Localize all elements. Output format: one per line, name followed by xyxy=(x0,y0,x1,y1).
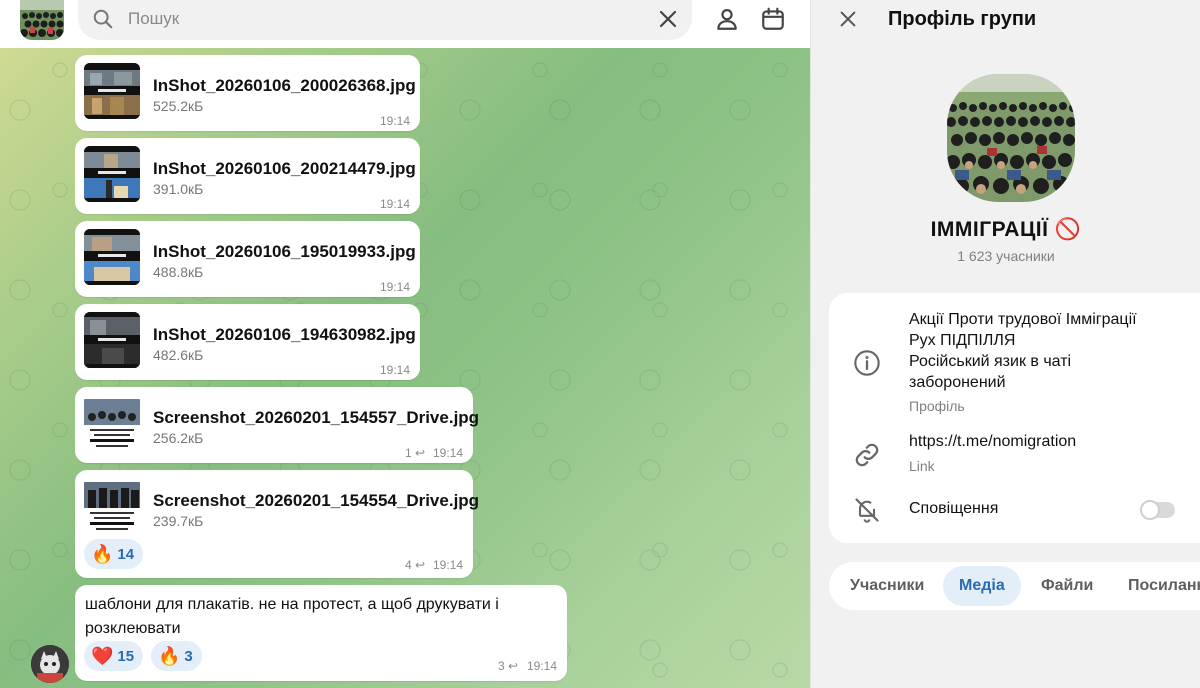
file-name: Screenshot_20260201_154554_Drive.jpg xyxy=(153,491,480,510)
description-line: Рух ПІДПІЛЛЯ xyxy=(909,332,1016,349)
info-icon xyxy=(854,350,880,376)
file-message[interactable]: Screenshot_20260201_154557_Drive.jpg 256… xyxy=(75,387,479,463)
reply-arrow-icon: ↩ xyxy=(415,446,426,460)
message-time: 19:14 xyxy=(432,446,463,460)
description-line: Російський язик в чаті xyxy=(909,353,1072,370)
file-size: 488.8кБ xyxy=(153,264,204,280)
forward-count-value: 3 xyxy=(498,659,505,673)
panel-title: Профіль групи xyxy=(888,8,1037,30)
image-thumbnail[interactable] xyxy=(84,229,140,285)
group-avatar[interactable] xyxy=(20,0,64,40)
file-size: 525.2кБ xyxy=(153,98,204,114)
message-text: шаблони для плакатів. не на протест, а щ… xyxy=(85,596,499,637)
notifications-label: Сповіщення xyxy=(909,500,999,517)
image-thumbnail[interactable] xyxy=(84,146,140,202)
file-name: InShot_20260106_200026368.jpg xyxy=(153,76,416,95)
forward-count: 3 ↩ xyxy=(498,659,518,673)
file-message[interactable]: Screenshot_20260201_154554_Drive.jpg 239… xyxy=(75,470,479,578)
file-size: 482.6кБ xyxy=(153,347,204,363)
reply-arrow-icon: ↩ xyxy=(415,558,426,572)
calendar-icon[interactable] xyxy=(760,6,786,32)
file-size: 391.0кБ xyxy=(153,181,204,197)
file-name: Screenshot_20260201_154557_Drive.jpg xyxy=(153,408,480,427)
image-thumbnail[interactable] xyxy=(84,63,140,119)
fire-icon: 🔥 xyxy=(158,645,181,666)
forward-count-value: 1 xyxy=(405,446,412,460)
message-time: 19:14 xyxy=(379,197,410,211)
chat-pane: Пошук InShot_20260106_200026368.jpg 525.… xyxy=(0,0,810,688)
heart-icon: ❤️ xyxy=(91,645,114,666)
group-photo[interactable] xyxy=(947,74,1075,202)
tab-links[interactable]: Посиланн xyxy=(1128,562,1200,610)
forward-count: 4 ↩ xyxy=(405,558,425,572)
file-name: InShot_20260106_200214479.jpg xyxy=(153,159,416,178)
link-icon xyxy=(855,443,879,467)
group-profile-panel: Профіль групи ІММІГРАЦІЇ 🚫 1 623 учасник… xyxy=(810,0,1200,688)
image-thumbnail[interactable] xyxy=(84,312,140,368)
close-icon[interactable] xyxy=(656,7,680,31)
invite-link[interactable]: https://t.me/nomigration xyxy=(909,433,1076,451)
file-message[interactable]: InShot_20260106_194630982.jpg 482.6кБ 19… xyxy=(75,304,420,380)
user-icon[interactable] xyxy=(714,6,740,32)
description-line: заборонений xyxy=(909,374,1006,391)
reaction-count: 15 xyxy=(117,647,135,665)
file-size: 256.2кБ xyxy=(153,430,204,446)
message-time: 19:14 xyxy=(379,280,410,294)
forward-count-value: 4 xyxy=(405,558,412,572)
toggle-knob xyxy=(1140,500,1160,520)
tab-members[interactable]: Учасники xyxy=(850,562,924,610)
forward-count: 1 ↩ xyxy=(405,446,425,460)
reaction-count: 14 xyxy=(117,545,135,563)
group-info-card: Акції Проти трудової Імміграції Рух ПІДП… xyxy=(829,293,1200,543)
search-placeholder: Пошук xyxy=(128,9,180,28)
reaction-fire[interactable]: 🔥 3 xyxy=(151,641,202,671)
member-count: 1 623 учасники xyxy=(957,248,1055,264)
description-line: Акції Проти трудової Імміграції xyxy=(909,311,1137,328)
link-label: Link xyxy=(909,458,935,474)
sender-avatar[interactable] xyxy=(31,645,69,683)
chat-topbar: Пошук xyxy=(0,0,810,48)
reply-arrow-icon: ↩ xyxy=(508,659,519,673)
reaction-count: 3 xyxy=(184,647,193,665)
file-name: InShot_20260106_194630982.jpg xyxy=(153,325,416,344)
message-time: 19:14 xyxy=(379,114,410,128)
text-message[interactable]: шаблони для плакатів. не на протест, а щ… xyxy=(75,585,567,681)
tab-files[interactable]: Файли xyxy=(1041,562,1093,610)
message-time: 19:14 xyxy=(432,558,463,572)
group-name: ІММІГРАЦІЇ 🚫 xyxy=(930,218,1082,241)
tab-media[interactable]: Медіа xyxy=(943,566,1021,606)
bell-off-icon xyxy=(855,498,879,523)
search-icon xyxy=(93,9,113,29)
file-message[interactable]: InShot_20260106_200214479.jpg 391.0кБ 19… xyxy=(75,138,420,214)
fire-icon: 🔥 xyxy=(91,543,114,564)
file-message[interactable]: InShot_20260106_200026368.jpg 525.2кБ 19… xyxy=(75,55,420,131)
file-message[interactable]: InShot_20260106_195019933.jpg 488.8кБ 19… xyxy=(75,221,420,297)
reaction-heart[interactable]: ❤️ 15 xyxy=(84,641,144,671)
image-thumbnail[interactable] xyxy=(84,395,140,451)
file-name: InShot_20260106_195019933.jpg xyxy=(153,242,416,261)
file-size: 239.7кБ xyxy=(153,513,204,529)
image-thumbnail[interactable] xyxy=(84,478,140,534)
message-time: 19:14 xyxy=(526,659,557,673)
close-icon[interactable] xyxy=(837,8,859,30)
search-bar[interactable]: Пошук xyxy=(78,0,692,40)
reaction-fire[interactable]: 🔥 14 xyxy=(84,539,144,569)
description-label: Профіль xyxy=(909,398,965,414)
group-description: Акції Проти трудової Імміграції Рух ПІДП… xyxy=(909,309,1137,393)
profile-tabs: Учасники Медіа Файли Посиланн xyxy=(829,562,1200,610)
message-time: 19:14 xyxy=(379,363,410,377)
notifications-toggle[interactable] xyxy=(1140,500,1175,520)
